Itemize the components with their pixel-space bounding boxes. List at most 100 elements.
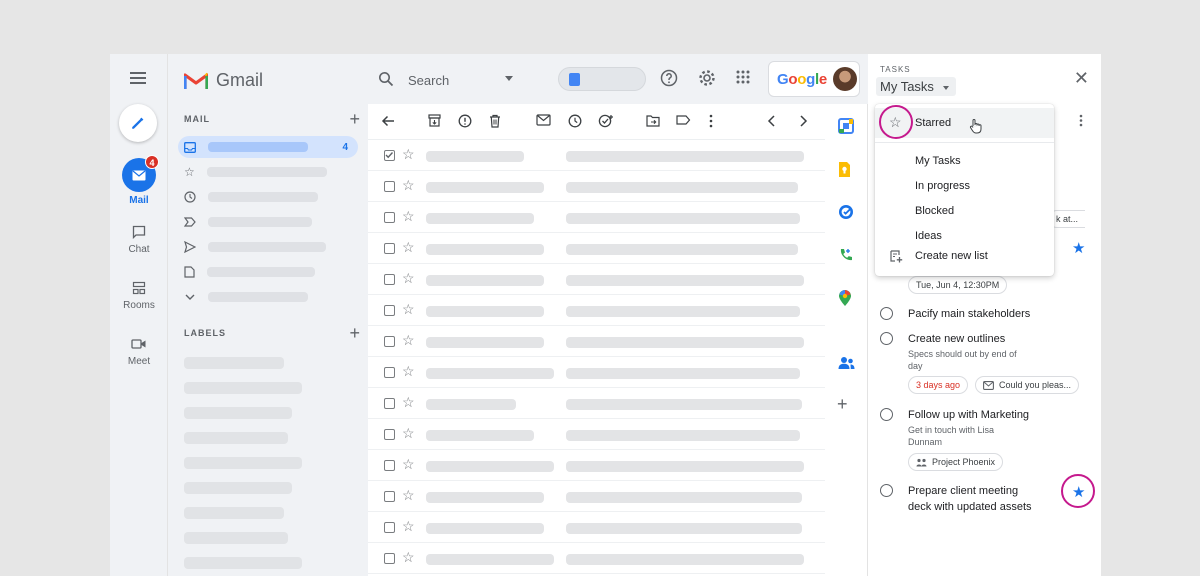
task-item[interactable]: Pacify main stakeholders [880,307,1090,327]
star-outline-icon[interactable]: ☆ [402,270,415,287]
sidebar-item-drafts[interactable] [178,261,358,283]
dropdown-item-create-new-list[interactable]: Create new list [915,250,988,262]
label-placeholder[interactable] [184,557,302,569]
gear-icon[interactable] [698,69,716,87]
add-to-tasks-icon[interactable] [598,114,614,128]
row-checkbox[interactable] [384,243,395,254]
label-placeholder[interactable] [184,507,284,519]
sidebar-item-sent[interactable] [178,236,358,258]
dropdown-item-ideas[interactable]: Ideas [915,230,942,242]
row-checkbox[interactable] [384,212,395,223]
rail-item-mail[interactable]: 4 Mail [110,155,168,206]
table-row[interactable]: ☆ [368,295,825,326]
star-outline-icon[interactable]: ☆ [402,518,415,535]
back-arrow-icon[interactable] [381,114,395,128]
maps-pin-icon[interactable] [838,290,852,307]
help-icon[interactable] [660,69,678,87]
more-vertical-icon[interactable] [709,114,713,128]
table-row[interactable]: ☆ [368,543,825,574]
docs-chip[interactable] [558,67,646,91]
task-item[interactable]: Prepare client meeting deck with updated… [880,484,1090,518]
task-complete-circle-icon[interactable] [880,307,893,320]
star-outline-icon[interactable]: ☆ [402,332,415,349]
row-checkbox[interactable] [384,181,395,192]
label-placeholder[interactable] [184,457,302,469]
row-checkbox[interactable] [384,150,395,161]
rail-item-chat[interactable]: Chat [110,222,168,255]
table-row[interactable]: ☆ [368,202,825,233]
table-row[interactable]: ☆ [368,512,825,543]
snooze-clock-icon[interactable] [568,114,582,128]
table-row[interactable]: ☆ [368,171,825,202]
sidebar-item-more[interactable] [178,286,358,308]
table-row[interactable]: ☆ [368,450,825,481]
google-account-button[interactable]: Google [768,61,860,97]
label-placeholder[interactable] [184,357,284,369]
star-outline-icon[interactable]: ☆ [402,208,415,225]
more-vertical-icon[interactable] [1079,114,1083,127]
mark-unread-icon[interactable] [536,114,551,126]
task-list-selector[interactable]: My Tasks [876,77,956,96]
room-chip[interactable]: Project Phoenix [908,453,1004,471]
search-options-caret-icon[interactable] [505,76,513,81]
star-outline-icon[interactable]: ☆ [402,487,415,504]
gmail-logo[interactable]: Gmail [184,70,263,91]
dropdown-item-my-tasks[interactable]: My Tasks [915,155,961,167]
label-placeholder[interactable] [184,432,288,444]
row-checkbox[interactable] [384,367,395,378]
avatar[interactable] [832,67,857,91]
star-outline-icon[interactable]: ☆ [402,239,415,256]
tasks-icon[interactable] [838,204,854,220]
sidebar-item-starred[interactable]: ☆ [178,161,358,183]
starred-task-icon[interactable]: ★ [1072,239,1085,257]
add-mail-plus-icon[interactable]: + [349,110,360,128]
label-placeholder[interactable] [184,382,302,394]
table-row[interactable]: ☆ [368,264,825,295]
phone-icon[interactable] [838,247,854,263]
label-placeholder[interactable] [184,407,292,419]
contacts-icon[interactable] [838,356,855,370]
main-menu-icon[interactable] [130,72,146,87]
row-checkbox[interactable] [384,429,395,440]
row-checkbox[interactable] [384,305,395,316]
table-row[interactable]: ☆ [368,357,825,388]
date-chip[interactable]: Tue, Jun 4, 12:30PM [908,276,1008,294]
close-icon[interactable]: ✕ [1074,68,1089,89]
row-checkbox[interactable] [384,553,395,564]
star-outline-icon[interactable]: ☆ [402,425,415,442]
dropdown-item-in-progress[interactable]: In progress [915,180,970,192]
add-label-plus-icon[interactable]: + [349,324,360,342]
chevron-right-icon[interactable] [798,114,808,128]
table-row[interactable]: ☆ [368,419,825,450]
trash-icon[interactable] [489,114,501,128]
star-outline-icon[interactable]: ☆ [402,146,415,163]
row-checkbox[interactable] [384,336,395,347]
table-row[interactable]: ☆ [368,481,825,512]
apps-grid-icon[interactable] [735,69,751,85]
task-complete-circle-icon[interactable] [880,484,893,497]
sidebar-item-important[interactable] [178,211,358,233]
star-outline-icon[interactable]: ☆ [402,456,415,473]
add-app-plus-icon[interactable]: + [837,394,848,415]
sidebar-item-snoozed[interactable] [178,186,358,208]
rail-item-rooms[interactable]: Rooms [110,278,168,311]
row-checkbox[interactable] [384,522,395,533]
overdue-chip[interactable]: 3 days ago [908,376,969,394]
sidebar-item-inbox[interactable]: 4 [178,136,358,158]
star-outline-icon[interactable]: ☆ [402,363,415,380]
calendar-icon[interactable] [838,118,854,134]
label-placeholder[interactable] [184,532,288,544]
report-spam-icon[interactable] [458,114,472,128]
keep-icon[interactable] [838,161,851,178]
star-outline-icon[interactable]: ☆ [402,177,415,194]
task-complete-circle-icon[interactable] [880,408,893,421]
table-row[interactable]: ☆ [368,388,825,419]
search-input[interactable]: Search [408,73,449,88]
label-tag-icon[interactable] [676,114,691,126]
row-checkbox[interactable] [384,274,395,285]
rail-item-meet[interactable]: Meet [110,334,168,367]
row-checkbox[interactable] [384,460,395,471]
star-outline-icon[interactable]: ☆ [402,394,415,411]
chevron-left-icon[interactable] [767,114,777,128]
move-to-icon[interactable] [646,114,660,127]
